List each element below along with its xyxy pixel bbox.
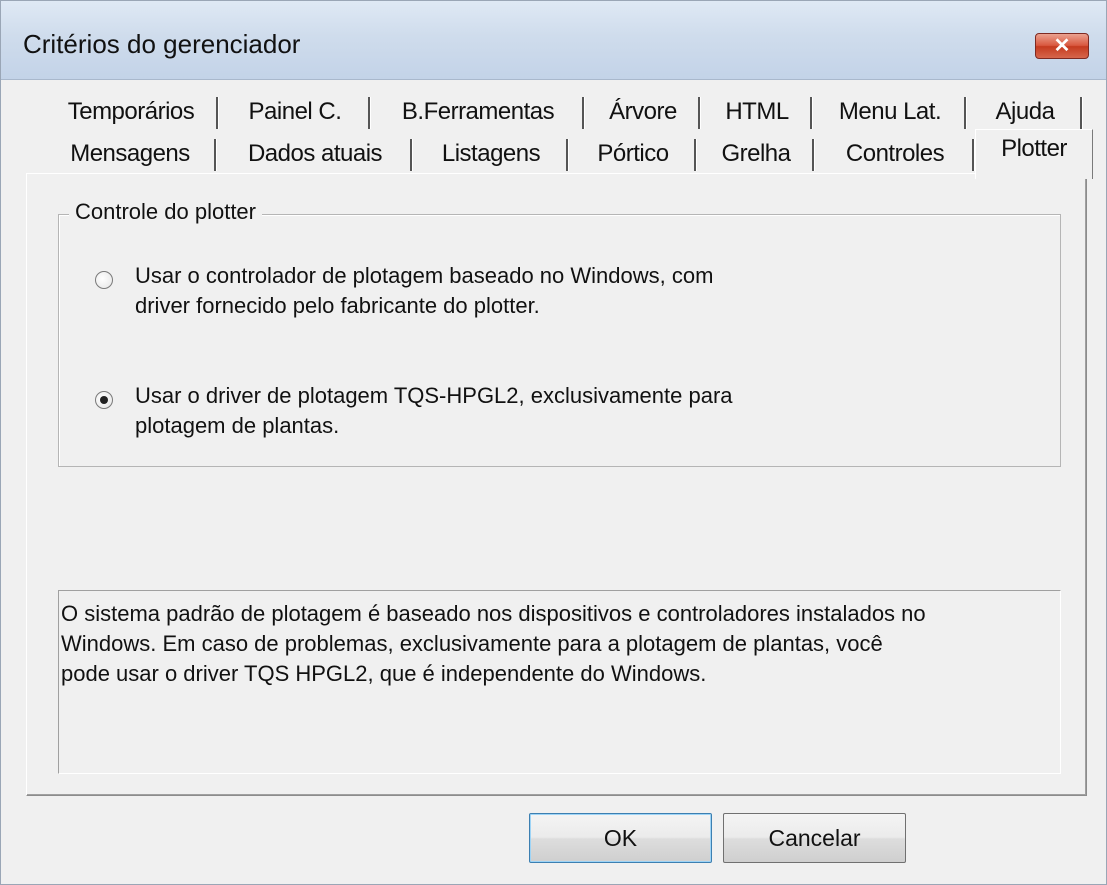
radio-option-windows[interactable]: Usar o controlador de plotagem baseado n… (95, 261, 915, 325)
tab-row-bottom: Mensagens Dados atuais Listagens Pórtico… (43, 129, 1093, 179)
info-line: Windows. Em caso de problemas, exclusiva… (61, 631, 883, 656)
window-title: Critérios do gerenciador (23, 29, 301, 59)
close-icon: ✕ (1053, 35, 1071, 57)
dialog-window: Critérios do gerenciador ✕ Temporários P… (0, 0, 1107, 885)
radio-option-tqs-hpgl2[interactable]: Usar o driver de plotagem TQS-HPGL2, exc… (95, 381, 915, 445)
tab-grelha[interactable]: Grelha (697, 135, 815, 173)
radio-button-tqs-hpgl2[interactable] (95, 391, 113, 409)
tab-arvore[interactable]: Árvore (585, 93, 701, 131)
tab-plotter[interactable]: Plotter (975, 129, 1093, 179)
tab-dados-atuais[interactable]: Dados atuais (217, 135, 413, 173)
tab-listagens[interactable]: Listagens (413, 135, 569, 173)
tab-label: HTML (725, 98, 789, 125)
tab-menu-lat[interactable]: Menu Lat. (813, 93, 967, 131)
tab-label: Painel C. (248, 98, 342, 125)
tab-ajuda[interactable]: Ajuda (967, 93, 1083, 131)
info-line: O sistema padrão de plotagem é baseado n… (61, 601, 926, 626)
radio-button-windows[interactable] (95, 271, 113, 289)
label-line: Usar o driver de plotagem TQS-HPGL2, exc… (135, 383, 733, 408)
group-legend: Controle do plotter (69, 199, 262, 225)
label-line: plotagem de plantas. (135, 413, 340, 438)
tab-portico[interactable]: Pórtico (569, 135, 697, 173)
tab-label: Pórtico (597, 140, 669, 167)
cancel-button[interactable]: Cancelar (723, 813, 906, 863)
tab-label: Árvore (609, 98, 677, 125)
tab-label: Dados atuais (247, 140, 383, 167)
tab-row-top: Temporários Painel C. B.Ferramentas Árvo… (43, 93, 1093, 131)
title-bar[interactable]: Critérios do gerenciador ✕ (1, 1, 1106, 80)
label-line: Usar o controlador de plotagem baseado n… (135, 263, 714, 288)
info-line: pode usar o driver TQS HPGL2, que é inde… (61, 661, 707, 686)
tab-label: Controles (845, 140, 945, 167)
tab-label: B.Ferramentas (401, 98, 555, 125)
plotter-control-group: Controle do plotter Usar o controlador d… (58, 199, 1061, 467)
tab-html[interactable]: HTML (701, 93, 813, 131)
tab-b-ferramentas[interactable]: B.Ferramentas (371, 93, 585, 131)
tab-painel-c[interactable]: Painel C. (219, 93, 371, 131)
tab-label: Mensagens (70, 140, 190, 167)
tab-label: Grelha (721, 140, 791, 167)
info-text: O sistema padrão de plotagem é baseado n… (61, 599, 1056, 689)
radio-label-tqs-hpgl2[interactable]: Usar o driver de plotagem TQS-HPGL2, exc… (135, 381, 895, 441)
ok-button[interactable]: OK (529, 813, 712, 863)
tab-label: Ajuda (995, 98, 1055, 125)
tab-temporarios[interactable]: Temporários (43, 93, 219, 131)
tab-label: Listagens (441, 140, 541, 167)
label-line: driver fornecido pelo fabricante do plot… (135, 293, 540, 318)
radio-label-windows[interactable]: Usar o controlador de plotagem baseado n… (135, 261, 895, 321)
info-text-box: O sistema padrão de plotagem é baseado n… (58, 590, 1061, 774)
radio-selected-dot (100, 396, 108, 404)
tab-mensagens[interactable]: Mensagens (43, 135, 217, 173)
tab-controles[interactable]: Controles (815, 135, 975, 173)
tab-label: Temporários (67, 98, 195, 125)
tab-label: Menu Lat. (838, 98, 942, 125)
tab-label: Plotter (1001, 135, 1067, 162)
close-button[interactable]: ✕ (1035, 33, 1089, 59)
